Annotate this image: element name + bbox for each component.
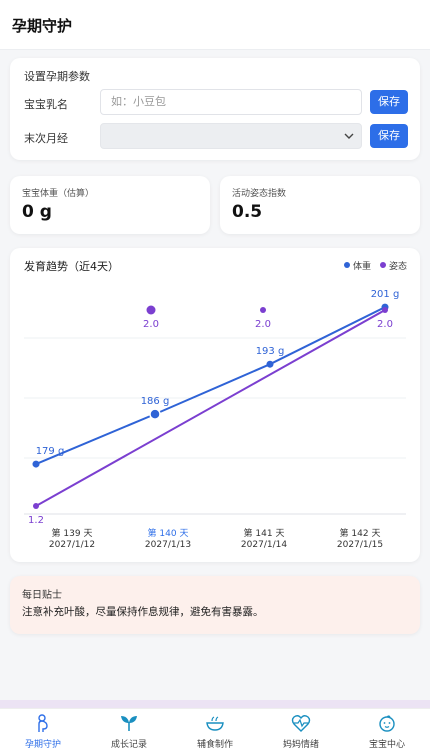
nav-item-growth[interactable]: 成长记录	[86, 709, 172, 750]
daily-tip-card: 每日贴士 注意补充叶酸，尽量保持作息规律，避免有害暴露。	[10, 576, 420, 634]
settings-card: 设置孕期参数 宝宝乳名 如：小豆包 保存 末次月经 保存	[10, 58, 420, 160]
nav-label: 宝宝中心	[368, 740, 405, 750]
trend-chart: 179 g 186 g 193 g 201 g 1.2 2.0 2.0 2.0	[24, 289, 406, 526]
posture-data-label: 2.0	[255, 319, 271, 330]
page-title: 孕期守护	[12, 17, 73, 35]
posture-data-label: 2.0	[377, 319, 393, 330]
chevron-down-icon	[343, 125, 355, 157]
posture-point	[382, 307, 388, 313]
nav-item-baby[interactable]: 宝宝中心	[344, 709, 430, 750]
trend-chart-card: 发育趋势（近4天） 体重 姿态 179 g 186 g 193 g 201 g 1.2 2…	[10, 248, 420, 562]
posture-point	[146, 305, 156, 315]
x-day-label: 第 139 天	[51, 529, 93, 539]
settings-section-title: 设置孕期参数	[24, 70, 90, 83]
nav-item-mood[interactable]: 妈妈情绪	[258, 709, 344, 750]
food-bowl-icon	[206, 716, 224, 731]
posture-point	[33, 503, 39, 509]
nav-label: 孕期守护	[24, 740, 61, 750]
tip-title: 每日贴士	[22, 590, 62, 601]
posture-data-label: 1.2	[28, 515, 44, 526]
x-date-label: 2027/1/15	[336, 540, 384, 550]
posture-point	[260, 307, 266, 313]
weight-data-label: 201 g	[371, 289, 400, 300]
nav-label: 辅食制作	[196, 740, 233, 750]
x-day-label: 第 142 天	[339, 529, 381, 539]
baby-face-icon	[379, 715, 395, 732]
weight-data-label: 193 g	[256, 346, 285, 357]
baby-weight-label: 宝宝体重（估算）	[22, 189, 95, 199]
nav-item-food[interactable]: 辅食制作	[172, 709, 258, 750]
baby-name-label: 宝宝乳名	[24, 98, 68, 111]
weight-point	[32, 460, 40, 468]
x-date-label: 2027/1/14	[240, 540, 288, 550]
weight-point	[266, 360, 274, 368]
top-bar: 孕期守护	[0, 0, 430, 50]
x-date-label: 2027/1/12	[48, 540, 96, 550]
bottom-strip	[0, 700, 430, 708]
x-day-label: 第 141 天	[243, 529, 285, 539]
weight-point	[149, 408, 161, 420]
nav-item-pregnancy[interactable]: 孕期守护	[0, 709, 86, 750]
activity-index-label: 活动姿态指数	[232, 189, 287, 199]
pregnancy-icon	[38, 714, 48, 732]
activity-index-value: 0.5	[232, 202, 263, 222]
posture-data-label: 2.0	[143, 319, 159, 330]
bottom-nav: 孕期守护 成长记录 辅食制作 妈妈情绪 宝宝中心	[0, 708, 430, 750]
baby-name-input[interactable]: 如：小豆包	[100, 89, 362, 115]
posture-line	[35, 309, 386, 507]
activity-index-card: 活动姿态指数 0.5	[220, 176, 420, 234]
x-day-label[interactable]: 第 140 天	[128, 526, 208, 539]
last-period-select[interactable]	[100, 123, 362, 149]
x-date-label: 2027/1/13	[144, 540, 192, 550]
baby-weight-value: 0 g	[22, 202, 52, 222]
nav-label: 妈妈情绪	[282, 740, 319, 750]
growth-icon	[121, 716, 137, 731]
last-period-label: 末次月经	[24, 132, 68, 145]
baby-name-placeholder: 如：小豆包	[111, 95, 166, 108]
tip-text: 注意补充叶酸，尽量保持作息规律，避免有害暴露。	[22, 606, 264, 618]
heart-pulse-icon	[291, 715, 311, 732]
save-period-button[interactable]: 保存	[370, 124, 408, 148]
baby-weight-card: 宝宝体重（估算） 0 g	[10, 176, 210, 234]
weight-data-label: 186 g	[141, 396, 170, 407]
weight-data-label: 179 g	[36, 446, 65, 457]
weight-line	[35, 306, 386, 465]
save-name-button[interactable]: 保存	[370, 90, 408, 114]
nav-label: 成长记录	[110, 740, 147, 750]
